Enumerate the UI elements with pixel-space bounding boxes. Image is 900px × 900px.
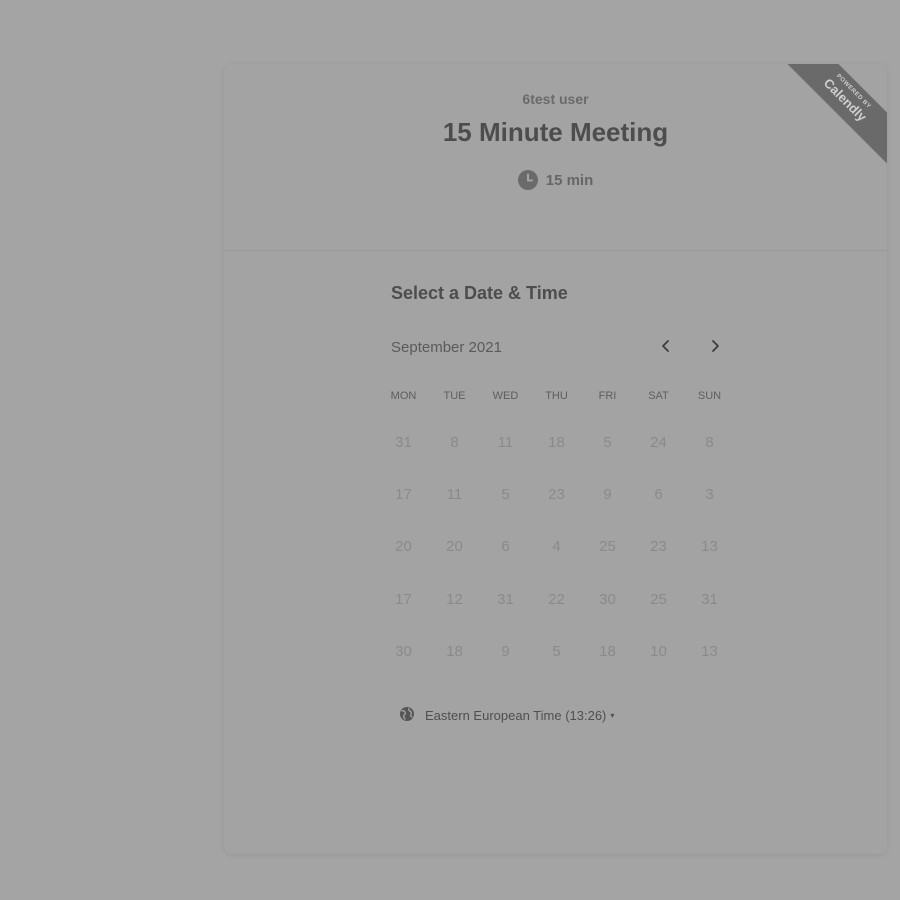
calendar-day: 17 xyxy=(395,590,412,608)
calendar-day: 25 xyxy=(599,538,616,556)
calendar-day: 4 xyxy=(552,538,561,556)
calendar-day: 10 xyxy=(650,643,667,661)
calendar-day: 18 xyxy=(548,433,565,451)
duration-label: 15 min xyxy=(545,171,594,189)
event-duration: 15 min xyxy=(224,170,887,190)
calendar-day: 12 xyxy=(446,590,463,608)
calendar-day: 25 xyxy=(650,590,667,608)
calendar-day: 22 xyxy=(548,590,565,608)
calendar-day: 11 xyxy=(497,433,514,451)
calendar-day: 18 xyxy=(446,643,463,661)
weekday-label: FRI xyxy=(598,390,617,402)
calendar-day: 31 xyxy=(497,590,514,608)
next-month-button[interactable] xyxy=(702,335,728,361)
weekday-label: WED xyxy=(492,390,519,402)
weekday-label: TUE xyxy=(443,390,466,402)
calendar-day: 23 xyxy=(548,486,565,504)
calendar-day: 31 xyxy=(701,590,718,608)
section-title: Select a Date & Time xyxy=(391,283,568,303)
calendar-day: 30 xyxy=(395,643,412,661)
caret-down-icon: ▾ xyxy=(610,711,615,720)
chevron-left-icon xyxy=(660,339,672,358)
calendar-day: 20 xyxy=(446,538,463,556)
calendar-day: 3 xyxy=(705,486,714,504)
month-label: September 2021 xyxy=(391,339,502,356)
calendar-day: 6 xyxy=(501,538,510,556)
calendar-day: 11 xyxy=(446,486,463,504)
calendar-day: 6 xyxy=(654,486,663,504)
calendar-day: 24 xyxy=(650,433,667,451)
booking-card: 6test user 15 Minute Meeting 15 min POWE… xyxy=(224,64,887,854)
previous-month-button[interactable] xyxy=(653,335,679,361)
weekday-label: SUN xyxy=(697,390,722,402)
calendar-day: 23 xyxy=(650,538,667,556)
calendar-day: 17 xyxy=(395,486,412,504)
timezone-selector[interactable]: Eastern European Time (13:26) ▾ xyxy=(399,706,614,725)
calendar-day: 9 xyxy=(603,486,612,504)
calendar-day: 30 xyxy=(599,590,616,608)
calendar-grid: 31 8 11 18 5 24 8 17 11 5 23 9 6 3 20 20… xyxy=(378,416,735,678)
calendar-day: 13 xyxy=(701,538,718,556)
clock-icon xyxy=(517,170,538,190)
calendar-day: 20 xyxy=(395,538,412,556)
chevron-right-icon xyxy=(709,339,721,358)
calendar-day: 8 xyxy=(450,433,459,451)
calendar-day: 5 xyxy=(603,433,612,451)
calendar-day: 5 xyxy=(501,486,510,504)
calendar-day: 18 xyxy=(599,643,616,661)
weekday-label: MON xyxy=(390,390,417,402)
weekday-header: MON TUE WED THU FRI SAT SUN xyxy=(378,390,735,402)
calendar-day: 13 xyxy=(701,643,718,661)
calendar-day: 9 xyxy=(501,643,510,661)
calendar-day: 8 xyxy=(705,433,714,451)
globe-icon xyxy=(399,706,415,725)
powered-by-ribbon[interactable]: POWERED BY Calendly xyxy=(787,64,887,164)
weekday-label: SAT xyxy=(648,390,669,402)
weekday-label: THU xyxy=(545,390,568,402)
calendar-day: 5 xyxy=(552,643,561,661)
calendar-day: 31 xyxy=(395,433,412,451)
timezone-label: Eastern European Time (13:26) xyxy=(425,708,607,723)
